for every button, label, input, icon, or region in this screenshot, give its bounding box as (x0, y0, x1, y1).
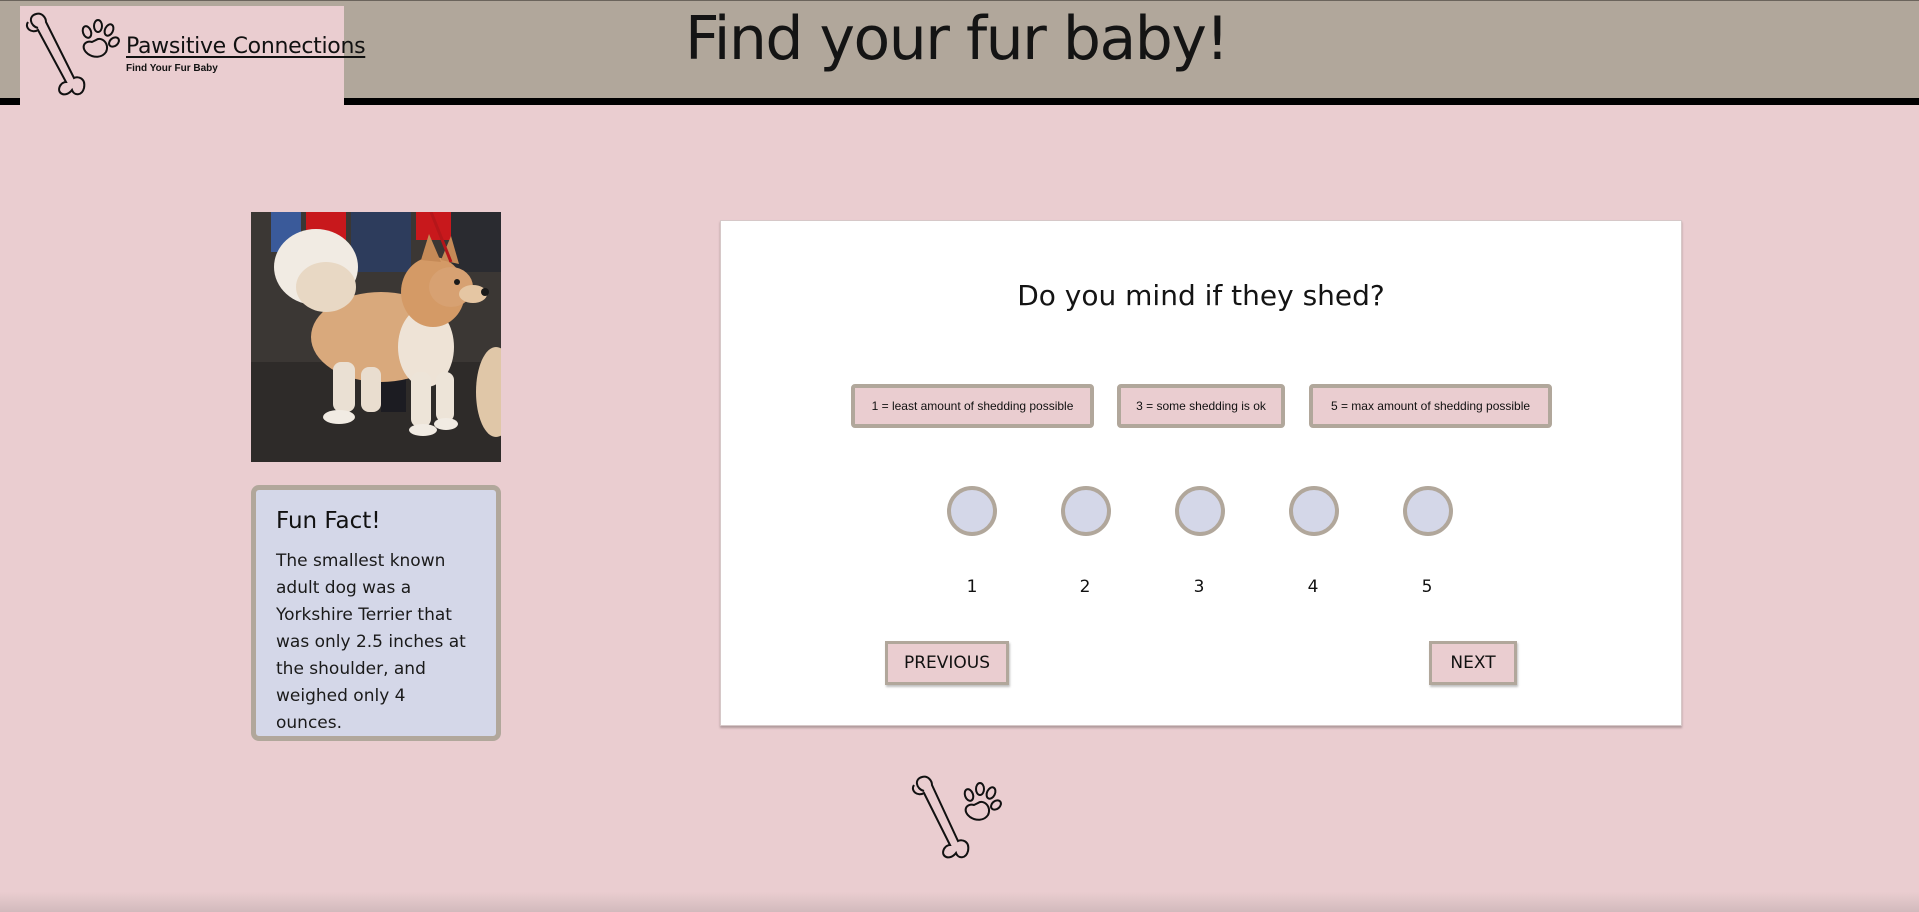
option-label-1: 1 (966, 577, 978, 597)
site-header: Pawsitive Connections Find Your Fur Baby… (0, 0, 1919, 106)
legend-max: 5 = max amount of shedding possible (1309, 384, 1552, 428)
bone-paw-icon (912, 775, 1002, 859)
dog-image (251, 212, 501, 462)
previous-button[interactable]: PREVIOUS (885, 641, 1009, 685)
legend-mid: 3 = some shedding is ok (1117, 384, 1285, 428)
quiz-card: Do you mind if they shed? 1 = least amou… (720, 220, 1682, 726)
option-radio-3[interactable] (1175, 486, 1225, 536)
fun-fact-title: Fun Fact! (276, 508, 381, 534)
option-radio-5[interactable] (1403, 486, 1453, 536)
page-title: Find your fur baby! (0, 4, 1919, 74)
option-label-4: 4 (1307, 577, 1319, 597)
option-label-3: 3 (1193, 577, 1205, 597)
option-label-5: 5 (1421, 577, 1433, 597)
option-radio-4[interactable] (1289, 486, 1339, 536)
option-label-2: 2 (1079, 577, 1091, 597)
page-title-text: Find your fur baby! (685, 4, 1229, 74)
legend-min: 1 = least amount of shedding possible (851, 384, 1094, 428)
next-button[interactable]: NEXT (1429, 641, 1517, 685)
fun-fact-card: Fun Fact! The smallest known adult dog w… (251, 485, 501, 741)
fun-fact-text: The smallest known adult dog was a Yorks… (276, 551, 466, 733)
dog-photo (251, 212, 501, 462)
option-radio-2[interactable] (1061, 486, 1111, 536)
footer-logo (908, 773, 1012, 876)
option-radio-1[interactable] (947, 486, 997, 536)
bottom-shade (0, 892, 1919, 912)
quiz-question: Do you mind if they shed? (1017, 279, 1385, 312)
